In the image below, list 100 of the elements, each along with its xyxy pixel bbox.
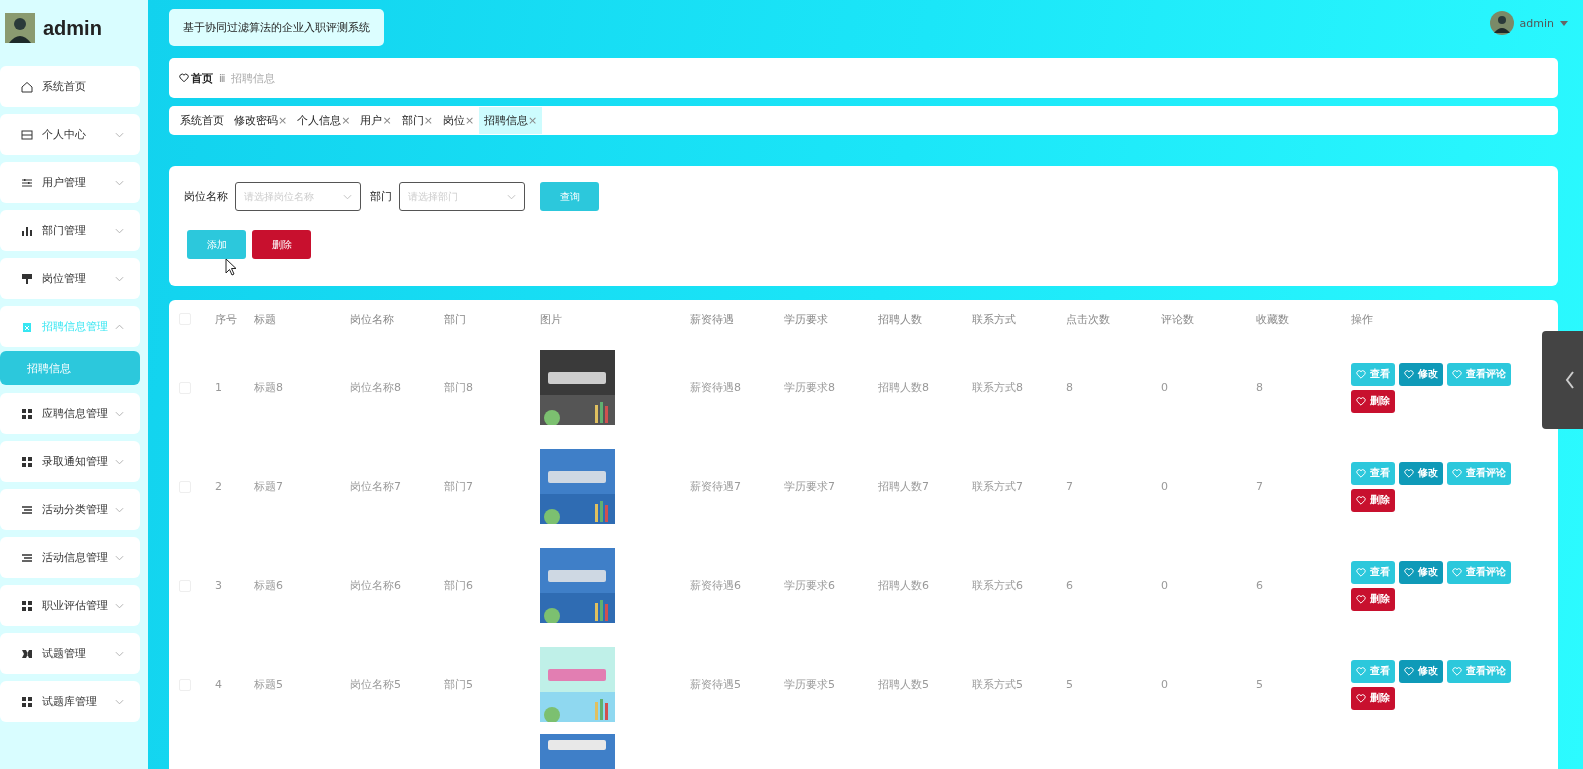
table-cell: 部门8 xyxy=(444,380,473,395)
heart-icon xyxy=(1356,369,1366,379)
menu-icon xyxy=(21,272,33,285)
tab[interactable]: 个人信息× xyxy=(292,107,356,134)
table-cell: 0 xyxy=(1161,381,1168,394)
chevron-down-icon xyxy=(115,179,124,186)
heart-icon xyxy=(1404,369,1414,379)
table-cell: 岗位名称7 xyxy=(350,479,401,494)
table-cell: 薪资待遇5 xyxy=(690,677,741,692)
chevron-down-icon xyxy=(115,227,124,234)
breadcrumb-link[interactable]: 首页 xyxy=(191,70,213,86)
table-cell: 标题8 xyxy=(254,380,283,395)
heart-icon xyxy=(1404,666,1414,676)
heart-icon xyxy=(1404,468,1414,478)
user-name[interactable]: admin xyxy=(1519,16,1554,30)
menu-icon xyxy=(21,551,33,564)
menu-icon xyxy=(21,503,33,516)
table-cell: 5 xyxy=(1066,678,1073,691)
delete-button[interactable]: 删除 xyxy=(1351,587,1395,611)
table-cell: 3 xyxy=(215,579,222,592)
column-header: 招聘人数 xyxy=(878,311,922,327)
drawer-toggle[interactable] xyxy=(1542,331,1583,429)
system-title: 基于协同过滤算法的企业入职评测系统 xyxy=(169,9,384,46)
menu-icon xyxy=(21,320,33,333)
edit-button[interactable]: 修改 xyxy=(1399,560,1443,584)
delete-button[interactable]: 删除 xyxy=(252,230,311,259)
table-cell: 6 xyxy=(1256,579,1263,592)
menu-item[interactable]: 应聘信息管理 xyxy=(0,393,140,434)
table-cell: 学历要求5 xyxy=(784,677,835,692)
table-cell: 0 xyxy=(1161,579,1168,592)
heart-icon xyxy=(1404,567,1414,577)
heart-icon xyxy=(1452,468,1462,478)
table-cell: 0 xyxy=(1161,480,1168,493)
heart-icon xyxy=(1356,693,1366,703)
heart-icon xyxy=(1356,567,1366,577)
menu-item[interactable]: 岗位管理 xyxy=(0,258,140,299)
chevron-left-icon xyxy=(1564,370,1575,390)
field-label: 岗位名称 xyxy=(184,189,228,204)
menu-item[interactable]: 系统首页 xyxy=(0,66,140,107)
table-cell: 2 xyxy=(215,480,222,493)
table-cell: 标题6 xyxy=(254,578,283,593)
column-header: 操作 xyxy=(1351,311,1373,327)
table-cell: 招聘人数7 xyxy=(878,479,929,494)
chevron-down-icon xyxy=(343,193,352,200)
table-cell: 联系方式6 xyxy=(972,578,1023,593)
edit-button[interactable]: 修改 xyxy=(1399,659,1443,683)
heart-icon xyxy=(1452,369,1462,379)
menu-icon xyxy=(21,224,33,237)
menu-icon xyxy=(21,80,33,93)
tab[interactable]: 招聘信息× xyxy=(479,107,543,134)
tab[interactable]: 岗位× xyxy=(437,107,480,134)
menu-icon xyxy=(21,455,33,468)
heart-icon xyxy=(1356,666,1366,676)
column-header: 收藏数 xyxy=(1256,311,1289,327)
table-cell: 岗位名称8 xyxy=(350,380,401,395)
menu-item[interactable]: 活动信息管理 xyxy=(0,537,140,578)
edit-button[interactable]: 修改 xyxy=(1399,461,1443,485)
chevron-down-icon xyxy=(507,193,516,200)
chevron-down-icon xyxy=(115,650,124,657)
delete-button[interactable]: 删除 xyxy=(1351,488,1395,512)
menu-icon xyxy=(21,128,33,141)
menu-item[interactable]: 活动分类管理 xyxy=(0,489,140,530)
table-cell: 联系方式5 xyxy=(972,677,1023,692)
table-cell: 4 xyxy=(215,678,222,691)
tab[interactable]: 修改密码× xyxy=(229,107,293,134)
table-cell: 标题7 xyxy=(254,479,283,494)
table-cell: 招聘人数6 xyxy=(878,578,929,593)
table-cell: 5 xyxy=(1256,678,1263,691)
chevron-down-icon xyxy=(115,458,124,465)
menu-item[interactable]: 试题库管理 xyxy=(0,681,140,722)
column-header: 点击次数 xyxy=(1066,311,1110,327)
table-cell: 岗位名称5 xyxy=(350,677,401,692)
menu-item[interactable]: 用户管理 xyxy=(0,162,140,203)
table-cell: 学历要求8 xyxy=(784,380,835,395)
breadcrumb-separator: ⅲ xyxy=(219,72,226,84)
menu-icon xyxy=(21,407,33,420)
delete-button[interactable]: 删除 xyxy=(1351,389,1395,413)
menu-item[interactable]: 录取通知管理 xyxy=(0,441,140,482)
menu-item[interactable]: 职业评估管理 xyxy=(0,585,140,626)
heart-icon xyxy=(179,73,189,83)
tab[interactable]: 用户× xyxy=(355,107,397,134)
table-cell: 0 xyxy=(1161,678,1168,691)
table-cell: 招聘人数5 xyxy=(878,677,929,692)
heart-icon xyxy=(1452,666,1462,676)
field-label: 部门 xyxy=(370,189,392,204)
table-cell: 招聘人数8 xyxy=(878,380,929,395)
tab[interactable]: 部门× xyxy=(396,107,438,134)
table-cell: 联系方式7 xyxy=(972,479,1023,494)
column-header: 学历要求 xyxy=(784,311,828,327)
column-header: 标题 xyxy=(254,311,276,327)
menu-item[interactable]: 个人中心 xyxy=(0,114,140,155)
column-header: 图片 xyxy=(540,311,562,327)
menu-item[interactable]: 部门管理 xyxy=(0,210,140,251)
menu-item[interactable]: 试题管理 xyxy=(0,633,140,674)
table-cell: 6 xyxy=(1066,579,1073,592)
delete-button[interactable]: 删除 xyxy=(1351,686,1395,710)
tab[interactable]: 系统首页 xyxy=(175,107,229,134)
table-cell: 部门5 xyxy=(444,677,473,692)
edit-button[interactable]: 修改 xyxy=(1399,362,1443,386)
chevron-up-icon xyxy=(115,323,124,330)
